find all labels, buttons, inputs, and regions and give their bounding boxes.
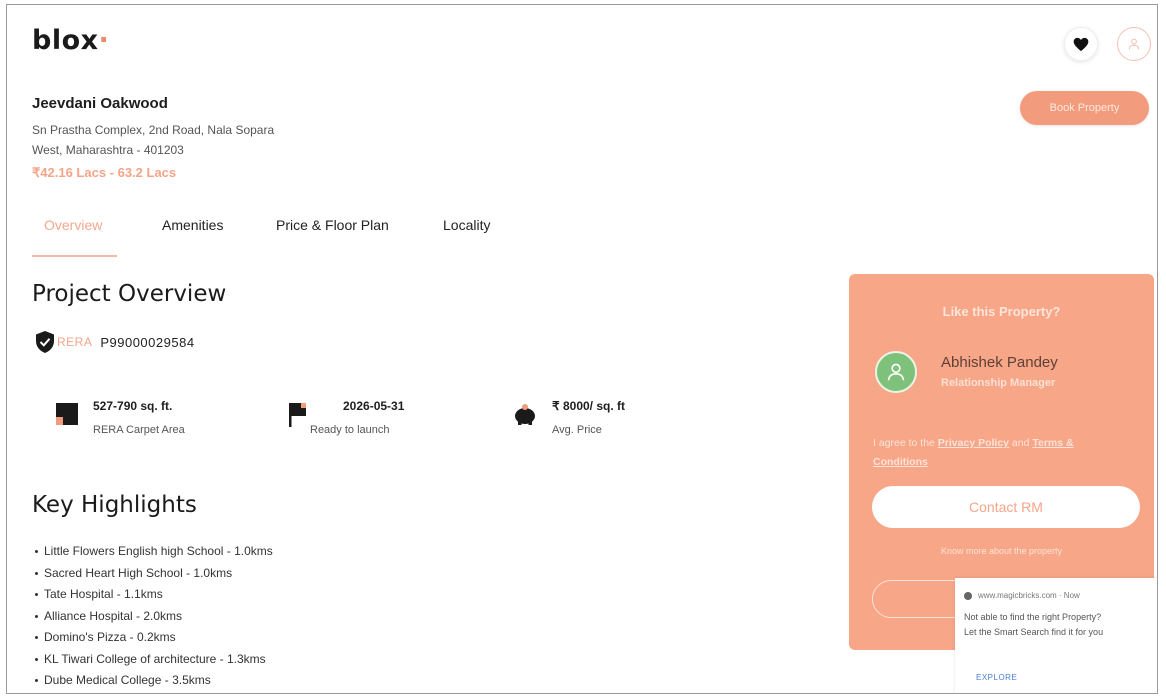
privacy-policy-link[interactable]: Privacy Policy: [938, 437, 1009, 449]
list-item: Sacred Heart High School - 1.0kms: [35, 563, 273, 585]
heart-icon: [1073, 37, 1089, 51]
list-item: Dube Medical College - 3.5kms: [35, 670, 273, 692]
stat-label: Avg. Price: [552, 424, 602, 436]
logo-dot: ·: [98, 25, 110, 56]
contact-rm-button[interactable]: Contact RM: [872, 486, 1140, 528]
tab-overview[interactable]: Overview: [44, 217, 102, 233]
key-highlights-title: Key Highlights: [32, 492, 197, 518]
stat-value: 2026-05-31: [343, 399, 405, 413]
list-item: Domino's Pizza - 0.2kms: [35, 627, 273, 649]
highlights-list: Little Flowers English high School - 1.0…: [35, 541, 273, 692]
price-range: ₹42.16 Lacs - 63.2 Lacs: [32, 165, 177, 180]
popup-message: Not able to find the right Property? Let…: [964, 612, 1104, 637]
tab-amenities[interactable]: Amenities: [162, 217, 223, 233]
list-item: KL Tiwari College of architecture - 1.3k…: [35, 649, 273, 671]
project-overview-title: Project Overview: [32, 281, 227, 307]
address-line-1: Sn Prastha Complex, 2nd Road, Nala Sopar…: [32, 123, 275, 137]
area-icon: [56, 403, 78, 425]
favorite-button[interactable]: [1064, 27, 1098, 61]
bullet: [35, 614, 38, 618]
address-line-2: West, Maharashtra - 401203: [32, 143, 184, 157]
stat-value: 527-790 sq. ft.: [93, 399, 173, 413]
bullet: [35, 679, 38, 683]
project-address: Sn Prastha Complex, 2nd Road, Nala Sopar…: [32, 120, 322, 160]
list-item: Little Flowers English high School - 1.0…: [35, 541, 273, 563]
consent-text: I agree to the Privacy Policy and Terms …: [873, 437, 1074, 468]
blox-logo[interactable]: blox·: [32, 25, 109, 56]
popup-source: www.magicbricks.com · Now: [964, 591, 1080, 600]
rera-row: RERA P99000029584: [35, 330, 195, 354]
active-tab-indicator: [32, 255, 117, 257]
piggy-bank-icon: [515, 404, 535, 425]
bullet: [35, 657, 38, 661]
rm-role: Relationship Manager: [941, 377, 1056, 389]
flag-icon: [289, 403, 306, 427]
rm-name: Abhishek Pandey: [941, 354, 1058, 371]
rm-avatar: [875, 351, 917, 393]
user-icon: [1128, 38, 1140, 50]
project-name: Jeevdani Oakwood: [32, 95, 168, 112]
book-property-button[interactable]: Book Property: [1020, 91, 1149, 125]
stat-value: ₹ 8000/ sq. ft: [552, 399, 625, 413]
rera-label: RERA: [57, 335, 93, 349]
list-item: Alliance Hospital - 2.0kms: [35, 606, 273, 628]
shield-check-icon: [36, 331, 54, 353]
stat-label: RERA Carpet Area: [93, 424, 185, 436]
bullet: [35, 636, 38, 640]
page-frame: blox· Jeevdani Oakwood Sn Prastha Comple…: [6, 4, 1158, 694]
site-icon: [964, 591, 972, 600]
tab-price-floor-plan[interactable]: Price & Floor Plan: [276, 217, 389, 233]
rera-number: P99000029584: [100, 334, 195, 350]
bullet: [35, 571, 38, 575]
user-icon: [887, 363, 905, 381]
bullet: [35, 550, 38, 554]
smart-search-popup[interactable]: www.magicbricks.com · Now Not able to fi…: [955, 578, 1157, 693]
tab-locality[interactable]: Locality: [443, 217, 490, 233]
rm-card-title: Like this Property?: [942, 304, 1061, 319]
list-item: Tate Hospital - 1.1kms: [35, 584, 273, 606]
stat-label: Ready to launch: [310, 424, 390, 436]
know-more-link[interactable]: Know more about the property: [849, 546, 1154, 556]
profile-button[interactable]: [1117, 27, 1151, 61]
explore-link[interactable]: EXPLORE: [976, 673, 1017, 682]
bullet: [35, 593, 38, 597]
